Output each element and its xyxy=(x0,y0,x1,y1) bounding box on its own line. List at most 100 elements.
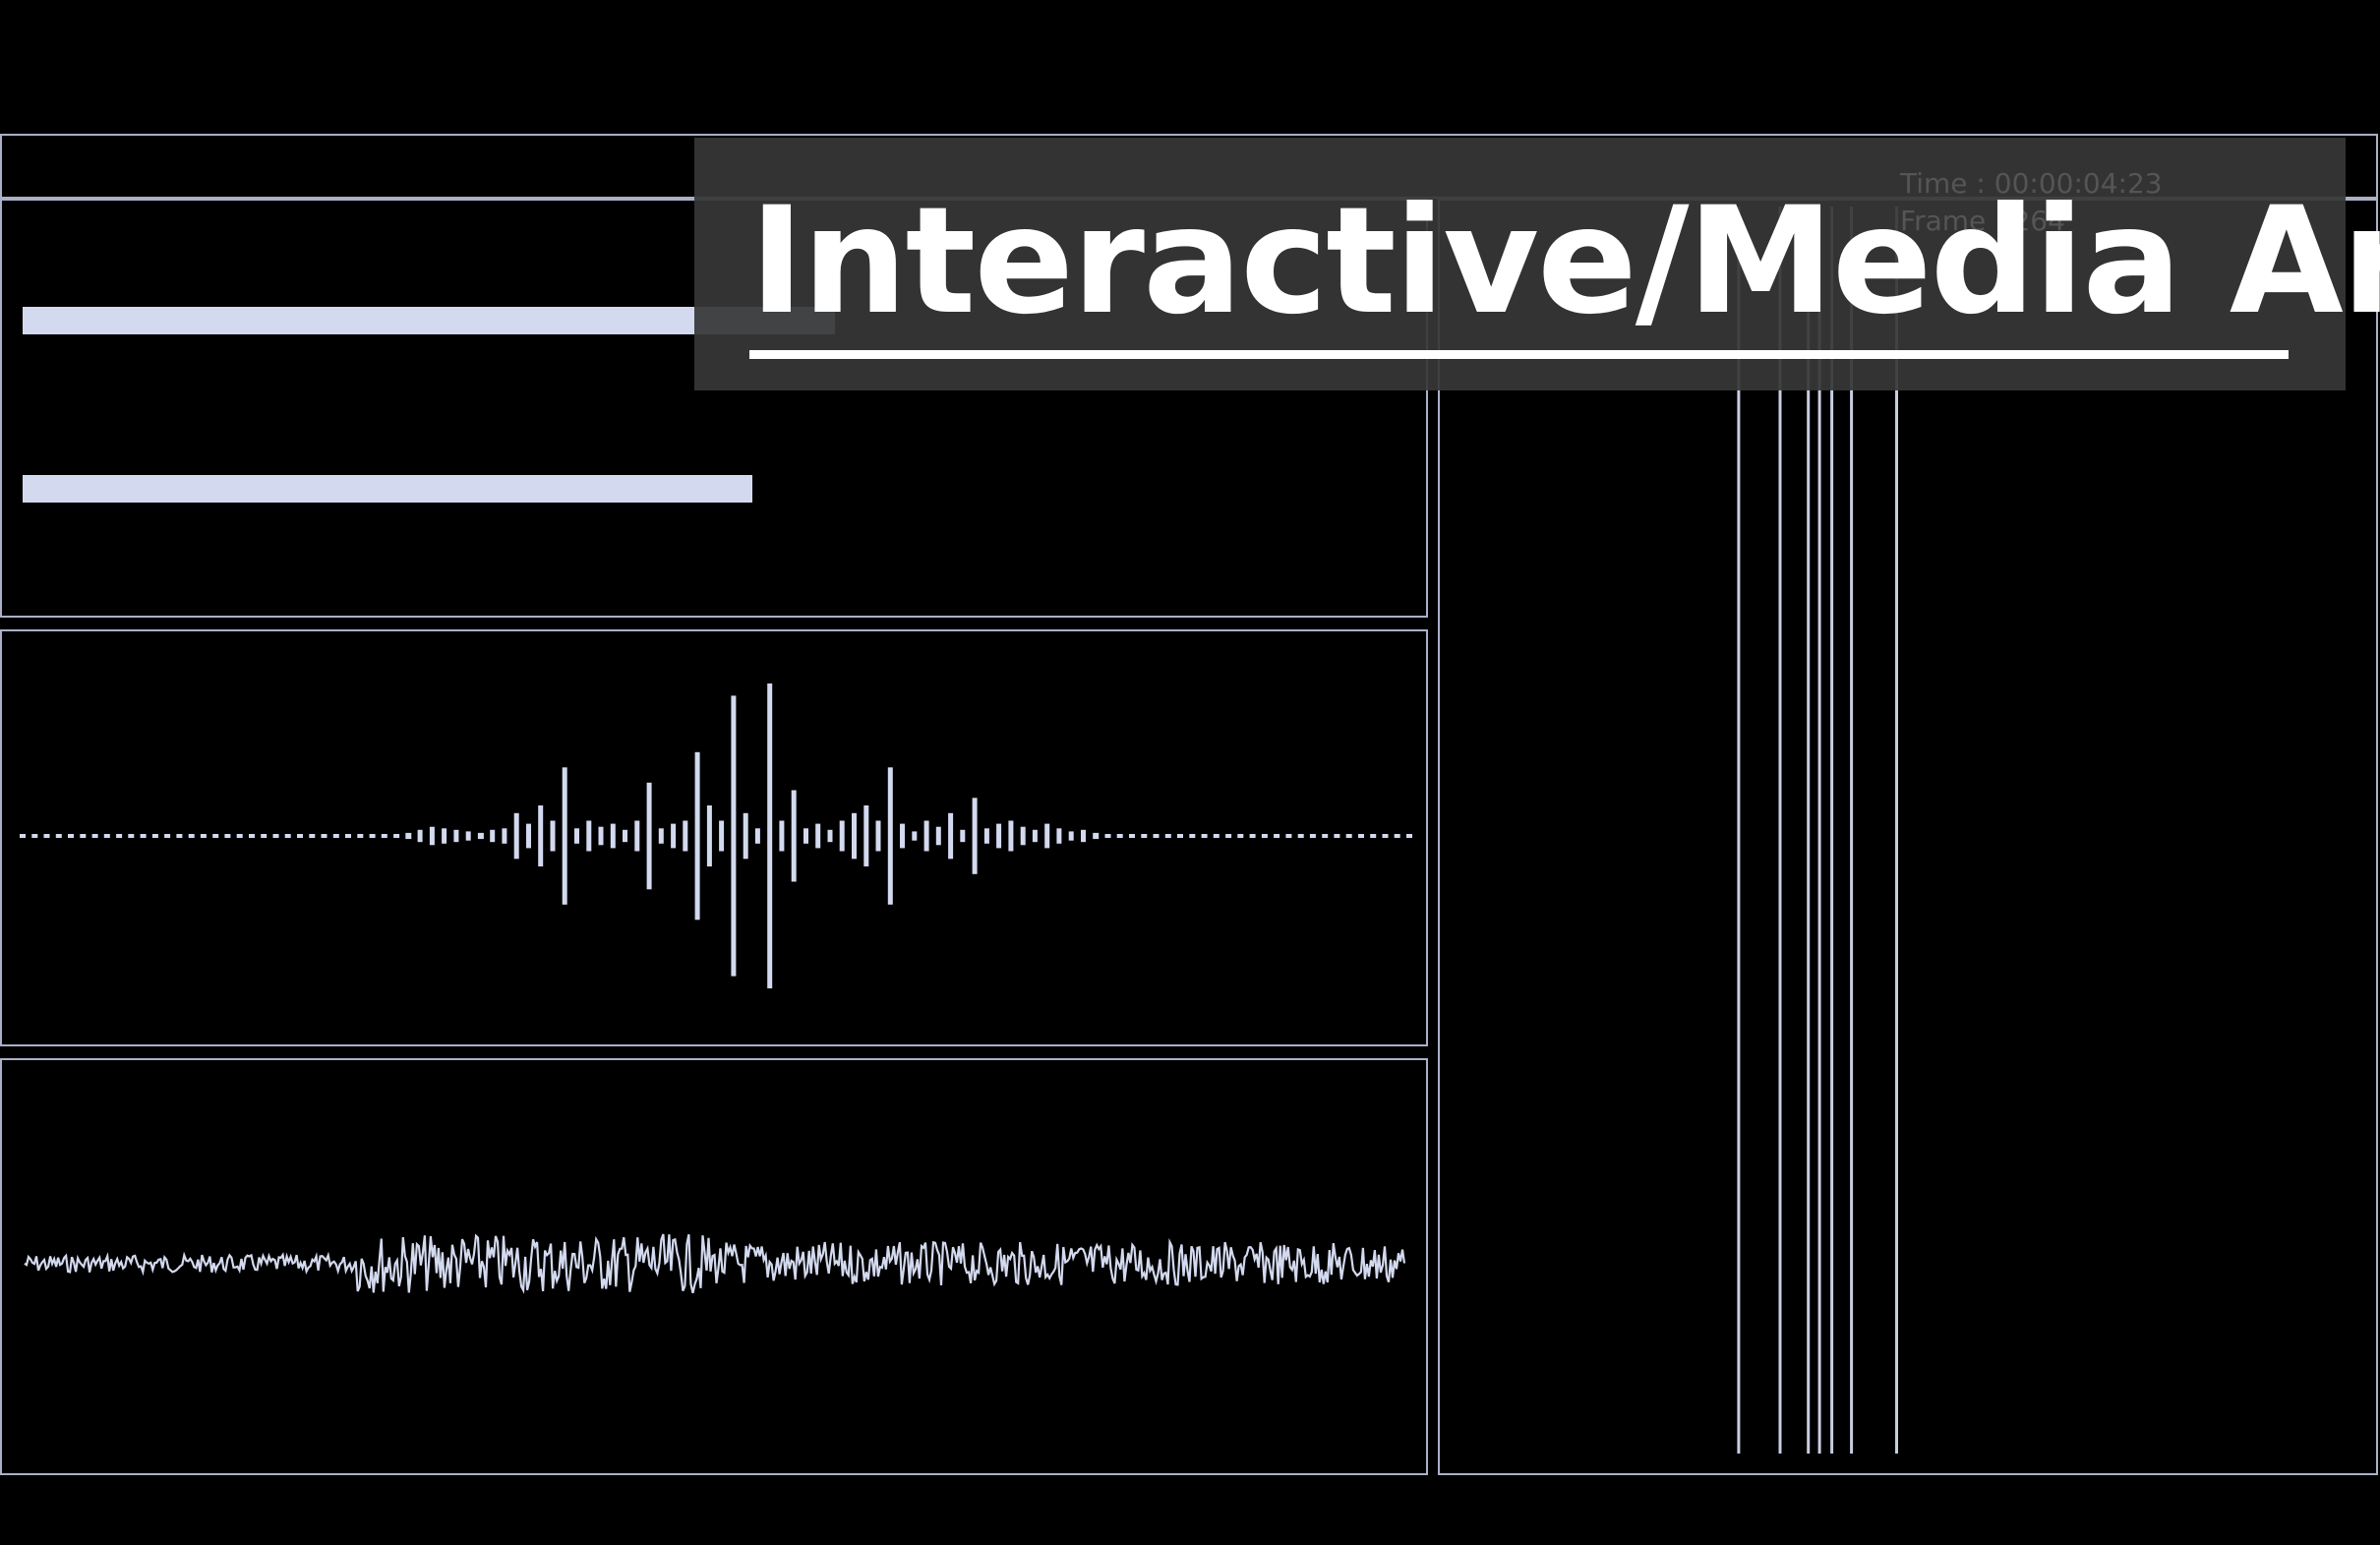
pulse-bar xyxy=(429,826,435,846)
pulse-bar xyxy=(983,828,989,844)
page-title: Interactive/Media Art xyxy=(749,173,2380,359)
pulse-bar xyxy=(513,812,519,860)
pulse-bar xyxy=(803,828,808,844)
pulse-bar xyxy=(526,823,531,849)
pulse-bar xyxy=(1141,834,1148,838)
pulse-bar xyxy=(332,834,339,838)
pulse-bar xyxy=(465,831,471,841)
pulse-bar xyxy=(103,834,110,838)
pulse-bar xyxy=(128,834,135,838)
pulse-bar xyxy=(249,834,255,838)
pulse-bar xyxy=(706,805,712,866)
pulse-bar xyxy=(948,812,954,860)
pulse-bar xyxy=(442,828,447,844)
pulse-bar xyxy=(1274,834,1280,838)
pulse-bar xyxy=(224,834,231,838)
pulse-bar xyxy=(68,834,74,838)
pulse-bar xyxy=(1008,820,1014,852)
pulse-bar xyxy=(405,832,412,840)
pulse-bar xyxy=(1297,834,1304,838)
pulse-bar xyxy=(839,820,845,852)
pulse-bar xyxy=(1334,834,1340,838)
pulse-bar xyxy=(1032,829,1038,843)
pulse-bar xyxy=(321,834,327,838)
pulse-bar xyxy=(55,834,62,838)
pulse-bar xyxy=(369,834,376,838)
pulse-bar xyxy=(731,695,737,977)
pulse-bar xyxy=(743,812,748,860)
pulse-bar xyxy=(972,798,978,874)
pulse-bar xyxy=(453,829,459,843)
pulse-bar xyxy=(490,829,496,843)
pulse-bar xyxy=(900,823,905,849)
pulse-bar xyxy=(176,834,183,838)
pulse-bar xyxy=(610,823,616,849)
pulse-bar xyxy=(1394,834,1400,838)
pulse-bar xyxy=(1237,834,1244,838)
pulse-bar xyxy=(923,820,929,852)
pulse-bar xyxy=(1177,834,1183,838)
pulse-bar xyxy=(779,820,785,852)
pulse-bar xyxy=(586,820,592,852)
pulse-bar xyxy=(1322,834,1329,838)
pulse-bar xyxy=(1261,834,1268,838)
pulse-bar xyxy=(646,782,652,890)
pulse-bar xyxy=(357,834,364,838)
pulse-bar xyxy=(1129,834,1135,838)
pulse-bar xyxy=(212,834,219,838)
pulse-bar xyxy=(1285,834,1292,838)
pulse-bar xyxy=(863,805,869,866)
pulse-bar xyxy=(912,831,918,841)
pulse-bar xyxy=(815,823,821,849)
pulse-bar xyxy=(1201,834,1208,838)
pulse-bar xyxy=(1345,834,1352,838)
pulse-bar xyxy=(393,834,400,838)
pulse-bar xyxy=(417,829,423,843)
pulse-bar xyxy=(1020,826,1026,846)
pulse-bar xyxy=(31,834,38,838)
pulse-bar xyxy=(1164,834,1171,838)
pulse-bar xyxy=(20,834,26,838)
pulse-bar xyxy=(754,828,760,844)
pulse-bar xyxy=(477,832,484,840)
pulse-bar xyxy=(1116,834,1123,838)
pulse-bar xyxy=(719,820,725,852)
pulse-bar xyxy=(634,820,640,852)
pulse-bar xyxy=(767,683,773,988)
pulse-bar xyxy=(1309,834,1316,838)
pulse-bar xyxy=(1249,834,1256,838)
pulse-bar xyxy=(80,834,87,838)
pulse-bar xyxy=(1382,834,1389,838)
pulse-bar xyxy=(200,834,207,838)
pulse-bar xyxy=(1068,831,1074,841)
pulse-bar xyxy=(1213,834,1220,838)
waveform-line xyxy=(24,1233,1406,1294)
pulse-bar xyxy=(284,834,291,838)
pulse-bar xyxy=(309,834,316,838)
pulse-bar xyxy=(140,834,147,838)
pulse-bar xyxy=(502,828,507,844)
pulse-bar xyxy=(1104,834,1111,838)
pulse-bar xyxy=(574,828,579,844)
pulse-bar xyxy=(91,834,98,838)
pulse-bar xyxy=(623,829,627,843)
pulse-bar xyxy=(683,820,688,852)
pulse-bar xyxy=(694,751,700,921)
pulse-bar xyxy=(236,834,243,838)
pulse-bar xyxy=(1370,834,1377,838)
pulse-bar xyxy=(671,823,677,849)
pulse-bar xyxy=(562,767,567,905)
pulse-bar xyxy=(960,829,966,843)
pulse-bar xyxy=(345,834,351,838)
pulse-bar xyxy=(116,834,123,838)
pulse-bar xyxy=(1358,834,1364,838)
pulse-bar xyxy=(550,820,556,852)
pulse-bar xyxy=(1153,834,1160,838)
pulse-bar xyxy=(164,834,171,838)
pulse-bar xyxy=(1044,823,1050,849)
pulse-bar xyxy=(297,834,303,838)
pulse-bar xyxy=(827,829,833,843)
pulse-bar xyxy=(43,834,50,838)
pulse-bar xyxy=(1056,828,1062,844)
pulse-bar xyxy=(538,805,544,866)
